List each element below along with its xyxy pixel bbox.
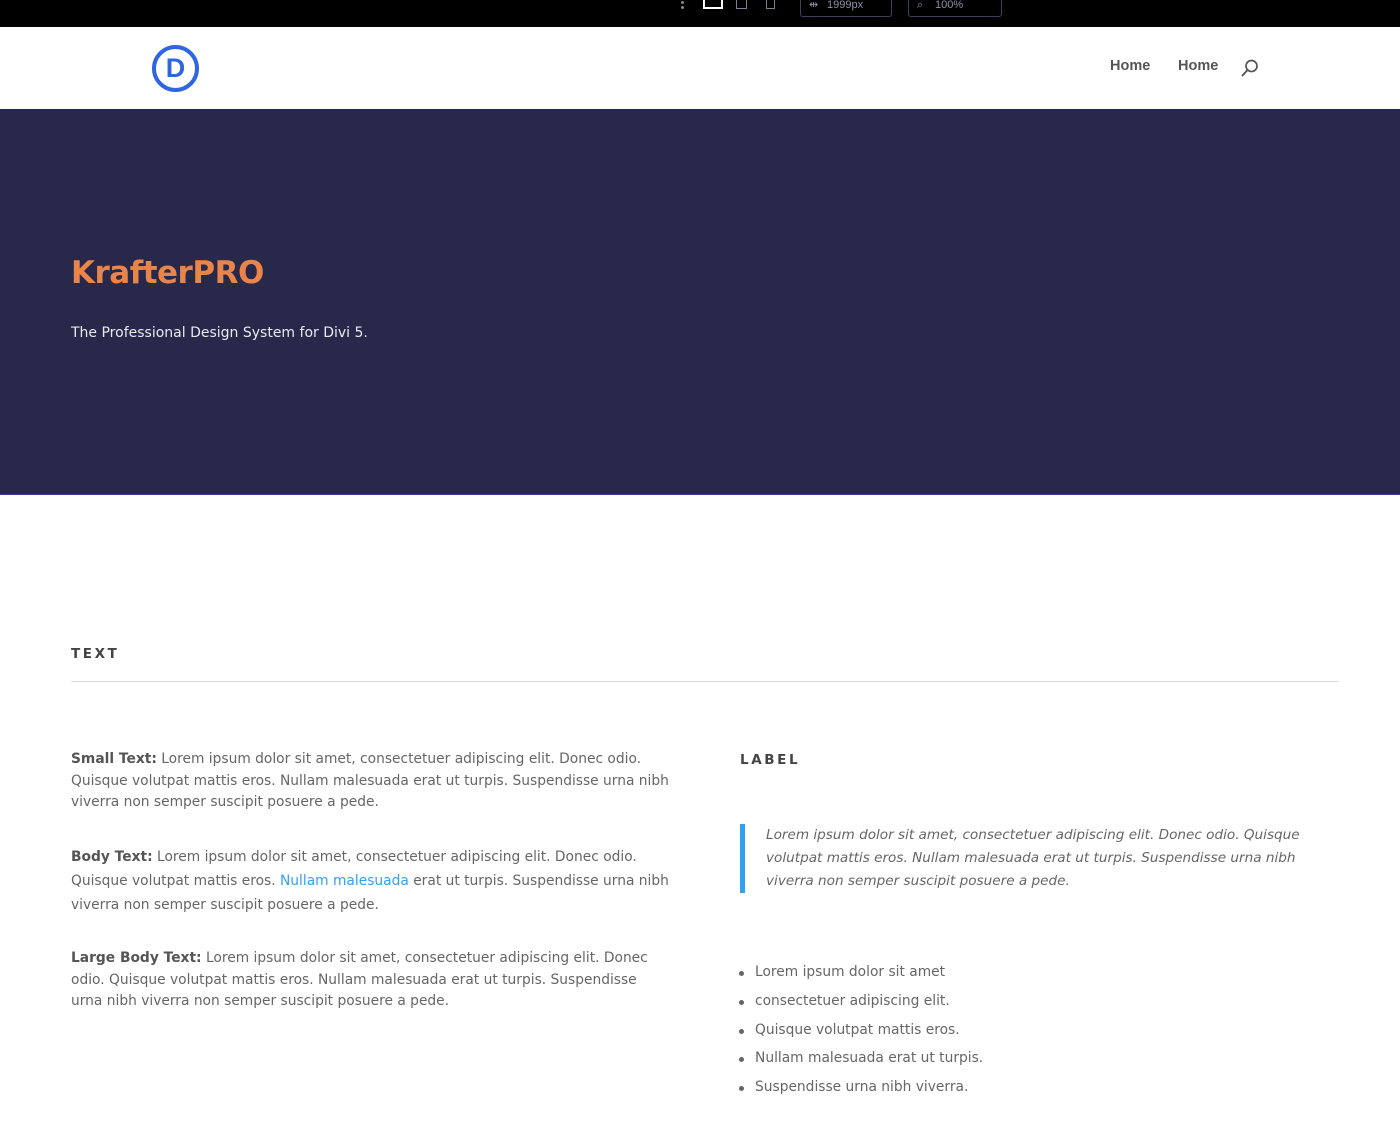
body-text-label: Body Text:: [71, 849, 153, 865]
width-field[interactable]: ⇹ 1999px: [800, 0, 892, 17]
zoom-icon: ⌕: [917, 0, 924, 11]
hero-subtitle: The Professional Design System for Divi …: [71, 325, 368, 341]
search-icon[interactable]: [1241, 59, 1259, 77]
builder-toolbar: ⇹ 1999px ⌕ 100%: [0, 0, 1400, 27]
list-item: Quisque volutpat mattis eros.: [738, 1016, 983, 1045]
body-text-link[interactable]: Nullam malesuada: [280, 873, 409, 889]
list-item: consectetuer adipiscing elit.: [738, 987, 983, 1016]
large-text-paragraph: Large Body Text: Lorem ipsum dolor sit a…: [71, 948, 671, 1013]
hero-section: KrafterPRO The Professional Design Syste…: [0, 109, 1400, 495]
body-text-paragraph: Body Text: Lorem ipsum dolor sit amet, c…: [71, 845, 671, 917]
large-text-label: Large Body Text:: [71, 950, 202, 966]
divider: [71, 681, 1339, 682]
list-item: Lorem ipsum dolor sit amet: [738, 958, 983, 987]
zoom-value: 100%: [935, 0, 964, 11]
width-icon: ⇹: [809, 0, 819, 11]
blockquote-text: Lorem ipsum dolor sit amet, consectetuer…: [766, 827, 1300, 889]
desktop-view-icon[interactable]: [703, 0, 723, 9]
list-item: Nullam malesuada erat ut turpis.: [738, 1044, 983, 1073]
nav-link-home-2[interactable]: Home: [1178, 58, 1218, 74]
width-value: 1999px: [827, 0, 864, 11]
list-item: Suspendisse urna nibh viverra.: [738, 1073, 983, 1102]
bullet-list: Lorem ipsum dolor sit amet consectetuer …: [738, 958, 983, 1102]
small-text-label: Small Text:: [71, 751, 157, 767]
phone-view-icon[interactable]: [766, 0, 775, 9]
section-label-label: LABEL: [740, 752, 801, 768]
site-header: D Home Home: [0, 27, 1400, 109]
small-text-body: Lorem ipsum dolor sit amet, consectetuer…: [71, 751, 669, 811]
blockquote: Lorem ipsum dolor sit amet, consectetuer…: [740, 824, 1340, 893]
nav-link-home[interactable]: Home: [1110, 58, 1150, 74]
hero-title: KrafterPRO: [71, 255, 264, 291]
divi-logo[interactable]: D: [152, 45, 199, 92]
zoom-field[interactable]: ⌕ 100%: [908, 0, 1002, 17]
tablet-view-icon[interactable]: [736, 0, 747, 9]
section-label-text: TEXT: [71, 646, 120, 662]
more-dots-icon[interactable]: [680, 1, 686, 13]
small-text-paragraph: Small Text: Lorem ipsum dolor sit amet, …: [71, 749, 671, 814]
